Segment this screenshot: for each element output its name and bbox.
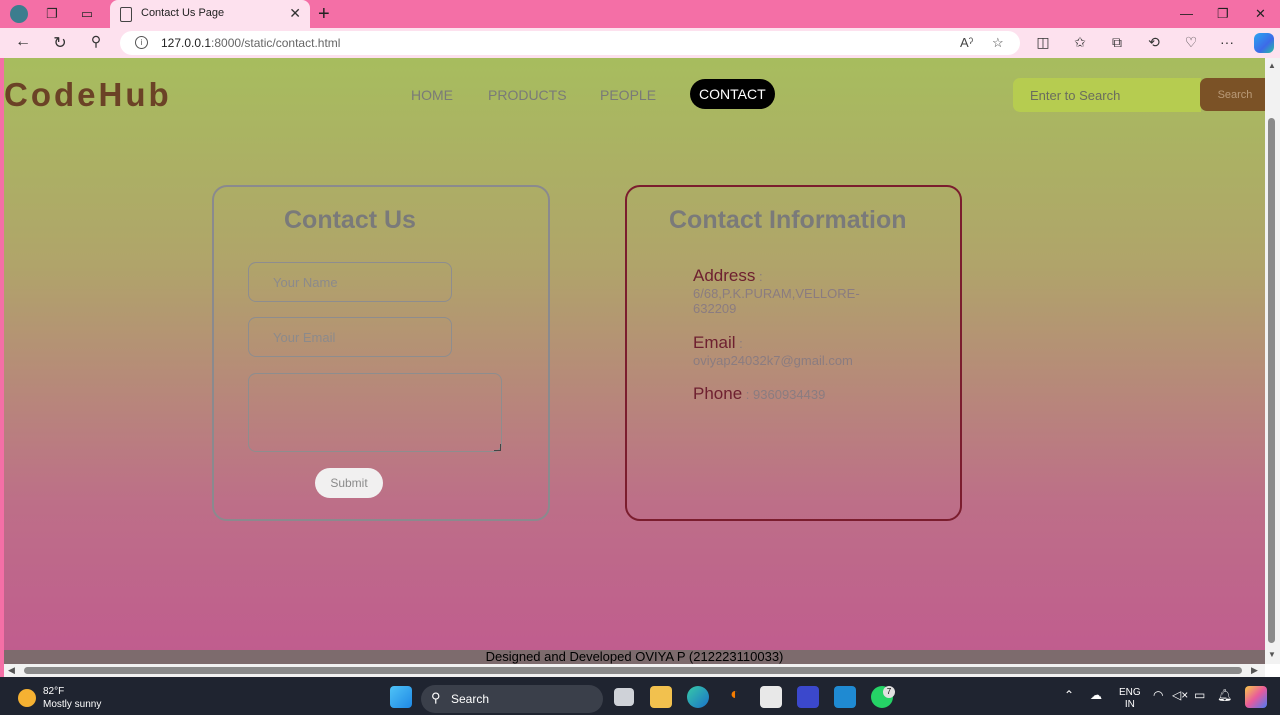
refresh-icon[interactable]: ↻	[50, 33, 70, 53]
phone-label: Phone	[693, 384, 743, 403]
start-icon[interactable]	[390, 686, 412, 708]
contact-form-title: Contact Us	[284, 206, 416, 234]
copilot-taskbar-icon[interactable]	[1245, 686, 1267, 708]
search-icon[interactable]: ⚲	[86, 33, 106, 50]
site-logo[interactable]: CodeHub	[4, 76, 172, 114]
scroll-up-icon[interactable]: ▲	[1268, 61, 1276, 70]
windows-taskbar: 82°F Mostly sunny ⚲ Search ◐ 7 ⌃ ☁ ENG I…	[0, 677, 1280, 715]
store-icon[interactable]	[760, 686, 782, 708]
app-icon[interactable]	[797, 686, 819, 708]
contact-info-card: Contact Information Address : 6/68,P.K.P…	[625, 185, 962, 521]
vscode-icon[interactable]	[834, 686, 856, 708]
site-search-button[interactable]: Search	[1200, 78, 1265, 111]
page-viewport: CodeHub HOME PRODUCTS PEOPLE CONTACT Sea…	[4, 58, 1265, 650]
workspaces-icon[interactable]: ❐	[43, 5, 61, 23]
nav-people[interactable]: PEOPLE	[600, 87, 656, 103]
performance-icon[interactable]: ♡	[1182, 34, 1200, 51]
read-aloud-icon[interactable]: A͏ˀ	[960, 35, 973, 50]
close-tab-icon[interactable]: ✕	[289, 5, 301, 22]
tray-chevron-icon[interactable]: ⌃	[1064, 688, 1074, 702]
site-info-icon[interactable]: i	[135, 36, 148, 49]
split-screen-icon[interactable]: ◫	[1034, 34, 1052, 51]
volume-muted-icon[interactable]: ◁×	[1172, 688, 1188, 702]
submit-button[interactable]: Submit	[315, 468, 383, 498]
nav-contact[interactable]: CONTACT	[690, 79, 775, 109]
edge-icon[interactable]	[687, 686, 709, 708]
contact-form-card: Contact Us Submit	[212, 185, 550, 521]
address-bar-row: ← ↻ ⚲ i 127.0.0.1:8000/static/contact.ht…	[0, 28, 1280, 58]
notifications-icon[interactable]: 🔔︎	[1217, 688, 1232, 702]
message-field[interactable]	[248, 373, 502, 452]
jupyter-icon[interactable]: ◐	[724, 686, 746, 708]
whatsapp-badge: 7	[883, 686, 895, 698]
address-label: Address	[693, 266, 756, 285]
email-label: Email	[693, 333, 736, 352]
phone-row: Phone : 9360934439	[693, 384, 883, 404]
address-row: Address : 6/68,P.K.PURAM,VELLORE-632209	[693, 266, 883, 316]
page-icon	[120, 7, 132, 22]
scroll-right-icon[interactable]: ▶	[1251, 665, 1258, 676]
browser-tab-bar: ❐ ▭ Contact Us Page ✕ + — ❐ ✕	[0, 0, 1280, 28]
email-row: Email : oviyap24032k7@gmail.com	[693, 333, 883, 368]
browser-tab[interactable]: Contact Us Page ✕	[110, 0, 310, 28]
language-indicator[interactable]: ENG IN	[1119, 687, 1141, 711]
copilot-icon[interactable]	[1254, 33, 1274, 53]
scroll-left-icon[interactable]: ◀	[8, 665, 15, 676]
battery-icon[interactable]: ▭	[1194, 688, 1205, 702]
contact-info-title: Contact Information	[669, 206, 907, 234]
history-icon[interactable]: ⟲	[1145, 34, 1163, 51]
site-footer: Designed and Developed OVIYA P (21222311…	[4, 650, 1265, 664]
onedrive-icon[interactable]: ☁	[1090, 688, 1102, 702]
profile-avatar[interactable]	[10, 5, 28, 23]
taskbar-search-icon: ⚲	[431, 690, 441, 705]
nav-products[interactable]: PRODUCTS	[488, 87, 567, 103]
maximize-icon[interactable]: ❐	[1217, 6, 1229, 22]
minimize-icon[interactable]: —	[1180, 6, 1193, 21]
back-icon[interactable]: ←	[13, 33, 33, 51]
horizontal-scrollbar[interactable]: ◀ ▶	[4, 664, 1265, 677]
favorites-icon[interactable]: ✩	[1071, 34, 1089, 51]
vertical-scroll-thumb[interactable]	[1268, 118, 1275, 643]
url-field[interactable]: i 127.0.0.1:8000/static/contact.html A͏ˀ…	[120, 31, 1020, 55]
resize-handle-icon[interactable]	[494, 444, 501, 451]
phone-value: : 9360934439	[745, 387, 826, 402]
more-menu-icon[interactable]: ···	[1218, 34, 1236, 50]
collections-icon[interactable]: ⧉	[1108, 34, 1126, 51]
weather-temperature[interactable]: 82°F	[43, 686, 64, 697]
close-window-icon[interactable]: ✕	[1255, 6, 1266, 22]
email-field[interactable]	[248, 317, 452, 357]
new-tab-icon[interactable]: +	[318, 3, 330, 26]
vertical-scrollbar[interactable]: ▲ ▼	[1265, 58, 1280, 664]
horizontal-scroll-thumb[interactable]	[24, 667, 1242, 674]
file-explorer-icon[interactable]	[650, 686, 672, 708]
nav-home[interactable]: HOME	[411, 87, 453, 103]
task-view-icon[interactable]	[614, 688, 634, 706]
taskbar-search-label: Search	[451, 692, 490, 706]
url-text: 127.0.0.1:8000/static/contact.html	[161, 36, 341, 50]
tab-actions-icon[interactable]: ▭	[78, 5, 96, 23]
weather-icon[interactable]	[18, 689, 36, 707]
weather-condition[interactable]: Mostly sunny	[43, 699, 101, 710]
taskbar-search[interactable]: ⚲ Search	[421, 685, 603, 713]
wifi-icon[interactable]: ◠	[1153, 688, 1163, 702]
tab-title: Contact Us Page	[141, 7, 225, 19]
site-search-input[interactable]	[1013, 78, 1201, 112]
name-field[interactable]	[248, 262, 452, 302]
favorite-star-icon[interactable]: ☆	[992, 35, 1004, 51]
scroll-down-icon[interactable]: ▼	[1268, 650, 1276, 659]
